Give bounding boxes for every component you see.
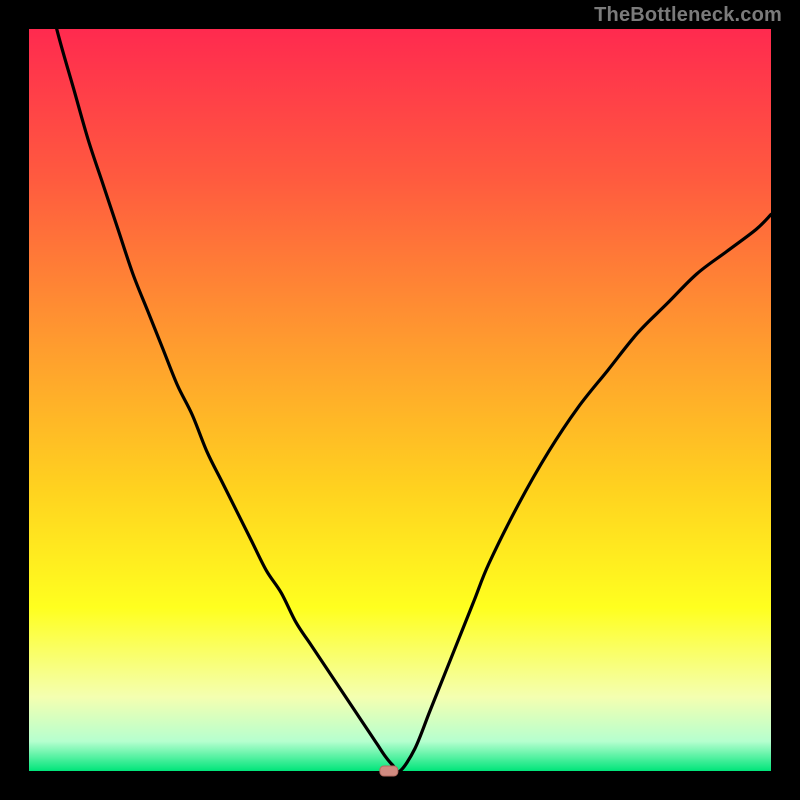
plot-background (29, 29, 771, 771)
min-marker (380, 766, 398, 776)
watermark-text: TheBottleneck.com (594, 4, 782, 27)
chart-svg (0, 0, 800, 800)
chart-stage: TheBottleneck.com (0, 0, 800, 800)
